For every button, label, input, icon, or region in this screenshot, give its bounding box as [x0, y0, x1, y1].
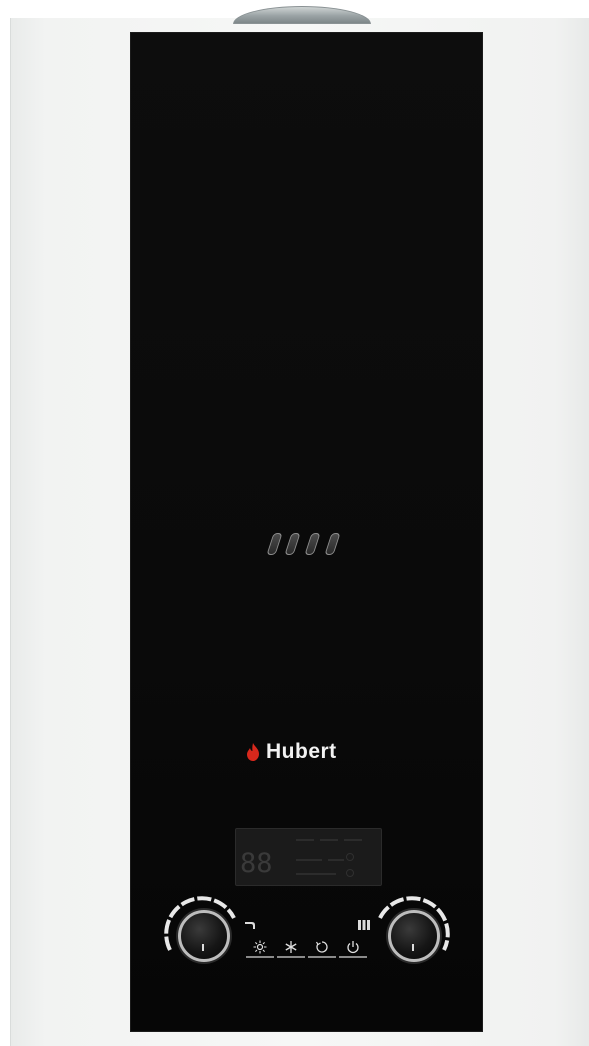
flue-outlet — [233, 6, 371, 24]
power-button[interactable] — [339, 940, 367, 958]
lcd-display: 88 — [235, 828, 382, 886]
sun-icon — [253, 940, 267, 954]
lcd-indicator — [346, 869, 354, 877]
flame-icon — [247, 743, 259, 761]
reset-button[interactable] — [308, 940, 336, 958]
power-icon — [347, 941, 359, 954]
knob-pointer — [412, 944, 414, 951]
control-buttons — [246, 940, 367, 958]
lcd-indicator — [346, 853, 354, 861]
mode-sun-button[interactable] — [246, 940, 274, 958]
brand-logo: Hubert — [246, 740, 337, 764]
reset-icon — [315, 941, 328, 953]
lcd-segment — [320, 839, 338, 841]
lcd-segment — [296, 873, 336, 875]
knob-dial[interactable] — [388, 910, 440, 962]
tap-icon — [245, 922, 255, 929]
snowflake-icon — [285, 941, 297, 953]
radiator-icon — [358, 920, 370, 930]
hot-water-knob[interactable] — [162, 888, 242, 968]
knob-dial[interactable] — [178, 910, 230, 962]
mode-snowflake-button[interactable] — [277, 940, 305, 958]
lcd-segment — [296, 859, 322, 861]
lcd-digits: 88 — [240, 848, 273, 879]
heating-knob[interactable] — [372, 888, 452, 968]
brand-name: Hubert — [266, 740, 337, 763]
knob-pointer — [202, 944, 204, 951]
lcd-segment — [328, 859, 344, 861]
lcd-segment — [344, 839, 362, 841]
lcd-segment — [296, 839, 314, 841]
